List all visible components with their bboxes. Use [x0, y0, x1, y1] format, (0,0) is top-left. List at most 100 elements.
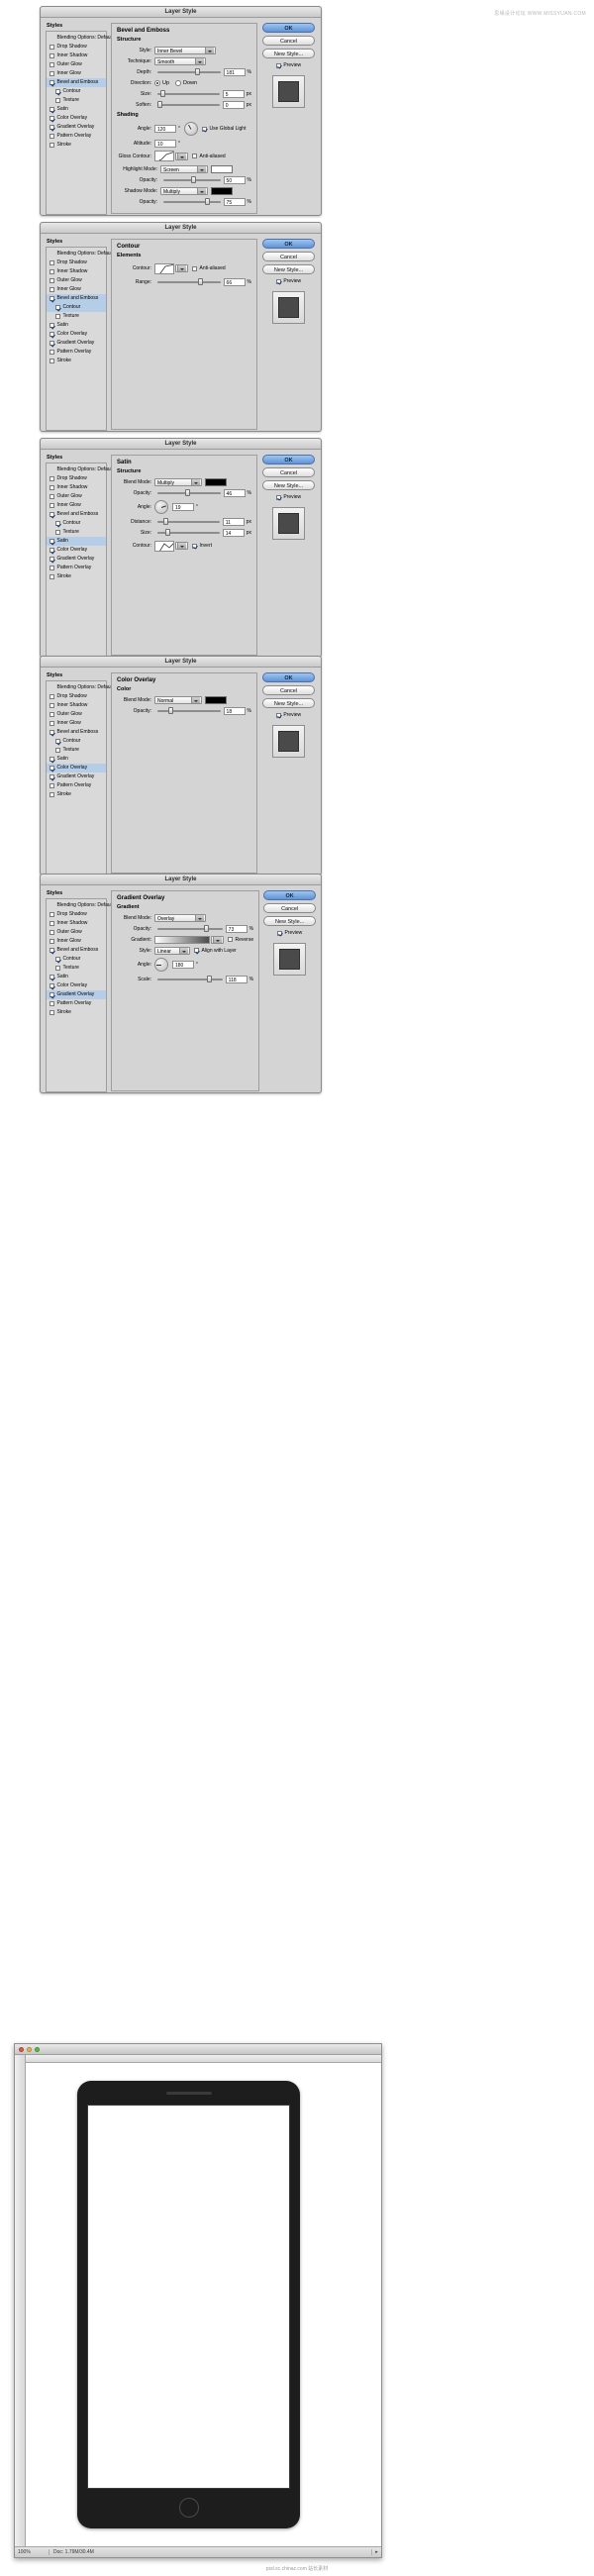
- checkbox-texture[interactable]: [55, 966, 60, 971]
- checkbox-drop-shadow[interactable]: [50, 45, 54, 50]
- opacity-input[interactable]: 18: [223, 706, 246, 715]
- sidebar-item-inner-shadow[interactable]: Inner Shadow: [47, 483, 106, 492]
- checkbox-satin[interactable]: [50, 975, 54, 979]
- sidebar-item-satin[interactable]: Satin: [47, 537, 106, 546]
- checkbox-gradient-overlay[interactable]: [50, 341, 54, 346]
- contour-thumbnail[interactable]: [154, 262, 174, 274]
- checkbox-use-global-light[interactable]: [202, 126, 207, 132]
- sidebar-item-satin[interactable]: Satin: [47, 105, 106, 114]
- new-style-button[interactable]: New Style...: [262, 480, 315, 490]
- scale-input[interactable]: 118: [225, 975, 248, 983]
- checkbox-inner-shadow[interactable]: [50, 921, 54, 926]
- sidebar-item-color-overlay[interactable]: Color Overlay: [47, 330, 106, 339]
- sidebar-item-color-overlay[interactable]: Color Overlay: [47, 981, 106, 990]
- sidebar-item-stroke[interactable]: Stroke: [47, 357, 106, 365]
- preview-toggle[interactable]: Preview: [275, 712, 301, 718]
- sidebar-item-gradient-overlay[interactable]: Gradient Overlay: [47, 123, 106, 132]
- style-select[interactable]: Inner Bevel: [154, 46, 216, 54]
- checkbox-inner-glow[interactable]: [50, 287, 54, 292]
- sidebar-item-gradient-overlay[interactable]: Gradient Overlay: [47, 339, 106, 348]
- angle-dial[interactable]: [154, 958, 168, 972]
- sidebar-item-drop-shadow[interactable]: Drop Shadow: [47, 910, 106, 919]
- checkbox-texture[interactable]: [55, 748, 60, 753]
- sidebar-item-inner-shadow[interactable]: Inner Shadow: [47, 267, 106, 276]
- checkbox-outer-glow[interactable]: [50, 930, 54, 935]
- checkbox-gradient-overlay[interactable]: [50, 125, 54, 130]
- ok-button[interactable]: OK: [262, 672, 315, 682]
- anti-aliased-toggle[interactable]: Anti-aliased: [192, 154, 226, 159]
- sidebar-item-inner-shadow[interactable]: Inner Shadow: [47, 701, 106, 710]
- checkbox-color-overlay[interactable]: [50, 548, 54, 553]
- cancel-button[interactable]: Cancel: [262, 36, 315, 46]
- checkbox-color-overlay[interactable]: [50, 766, 54, 771]
- sidebar-item-drop-shadow[interactable]: Drop Shadow: [47, 474, 106, 483]
- sidebar-item-blending-options[interactable]: Blending Options: Default: [47, 34, 114, 43]
- sidebar-item-outer-glow[interactable]: Outer Glow: [47, 60, 106, 69]
- window-controls[interactable]: [19, 2047, 40, 2052]
- sidebar-item-bevel-and-emboss[interactable]: Bevel and Emboss: [47, 510, 106, 519]
- checkbox-anti-aliased[interactable]: [192, 154, 197, 158]
- range-input[interactable]: 66: [223, 277, 246, 286]
- sidebar-item-satin[interactable]: Satin: [47, 321, 106, 330]
- sidebar-item-blending-options[interactable]: Blending Options: Default: [47, 250, 114, 258]
- new-style-button[interactable]: New Style...: [263, 916, 317, 926]
- checkbox-satin[interactable]: [50, 757, 54, 762]
- opacity-slider[interactable]: [157, 925, 223, 933]
- checkbox-bevel-and-emboss[interactable]: [50, 296, 54, 301]
- checkbox-pattern-overlay[interactable]: [50, 350, 54, 355]
- soften-input[interactable]: 0: [222, 100, 245, 109]
- sidebar-item-color-overlay[interactable]: Color Overlay: [47, 114, 106, 123]
- checkbox-align-with-layer[interactable]: [194, 948, 199, 953]
- sidebar-item-stroke[interactable]: Stroke: [47, 572, 106, 581]
- sidebar-item-texture[interactable]: Texture: [47, 964, 106, 973]
- sidebar-item-texture[interactable]: Texture: [47, 528, 106, 537]
- sidebar-item-gradient-overlay[interactable]: Gradient Overlay: [47, 555, 106, 564]
- sidebar-item-satin[interactable]: Satin: [47, 755, 106, 764]
- depth-input[interactable]: 181: [223, 67, 246, 76]
- sidebar-item-blending-options[interactable]: Blending Options: Default: [47, 901, 114, 910]
- sidebar-item-texture[interactable]: Texture: [47, 312, 106, 321]
- checkbox-drop-shadow[interactable]: [50, 260, 54, 265]
- preview-toggle[interactable]: Preview: [275, 62, 301, 68]
- close-icon[interactable]: [19, 2047, 24, 2052]
- highlight-opacity-slider[interactable]: [163, 176, 221, 184]
- checkbox-inner-shadow[interactable]: [50, 485, 54, 490]
- checkbox-contour[interactable]: [55, 739, 60, 744]
- sidebar-item-gradient-overlay[interactable]: Gradient Overlay: [47, 990, 106, 999]
- checkbox-satin[interactable]: [50, 323, 54, 328]
- checkbox-invert[interactable]: [192, 543, 197, 549]
- distance-slider[interactable]: [157, 518, 220, 526]
- gloss-contour-dropdown[interactable]: [175, 152, 188, 160]
- sidebar-item-stroke[interactable]: Stroke: [47, 141, 106, 150]
- checkbox-reverse[interactable]: [228, 937, 233, 942]
- canvas-area[interactable]: [26, 2063, 381, 2546]
- checkbox-preview[interactable]: [276, 930, 282, 936]
- sidebar-item-inner-glow[interactable]: Inner Glow: [47, 69, 106, 78]
- sidebar-item-bevel-and-emboss[interactable]: Bevel and Emboss: [47, 946, 106, 955]
- angle-input[interactable]: 180: [172, 961, 194, 969]
- sidebar-item-pattern-overlay[interactable]: Pattern Overlay: [47, 999, 106, 1008]
- checkbox-pattern-overlay[interactable]: [50, 134, 54, 139]
- sidebar-item-color-overlay[interactable]: Color Overlay: [47, 764, 106, 773]
- ok-button[interactable]: OK: [262, 239, 315, 249]
- checkbox-preview[interactable]: [275, 62, 281, 68]
- checkbox-stroke[interactable]: [50, 143, 54, 148]
- checkbox-stroke[interactable]: [50, 574, 54, 579]
- checkbox-inner-glow[interactable]: [50, 721, 54, 726]
- contour-dropdown[interactable]: [175, 542, 188, 550]
- distance-input[interactable]: 11: [222, 517, 245, 526]
- highlight-mode-select[interactable]: Screen: [160, 164, 208, 173]
- sidebar-item-pattern-overlay[interactable]: Pattern Overlay: [47, 132, 106, 141]
- checkbox-inner-shadow[interactable]: [50, 269, 54, 274]
- anti-aliased-toggle[interactable]: Anti-aliased: [192, 265, 226, 271]
- sidebar-item-bevel-and-emboss[interactable]: Bevel and Emboss: [47, 294, 106, 303]
- minimize-icon[interactable]: [27, 2047, 32, 2052]
- cancel-button[interactable]: Cancel: [262, 685, 315, 695]
- checkbox-preview[interactable]: [275, 494, 281, 500]
- checkbox-pattern-overlay[interactable]: [50, 783, 54, 788]
- opacity-input[interactable]: 73: [225, 924, 248, 933]
- checkbox-texture[interactable]: [55, 98, 60, 103]
- new-style-button[interactable]: New Style...: [262, 49, 315, 58]
- new-style-button[interactable]: New Style...: [262, 698, 315, 708]
- checkbox-inner-shadow[interactable]: [50, 703, 54, 708]
